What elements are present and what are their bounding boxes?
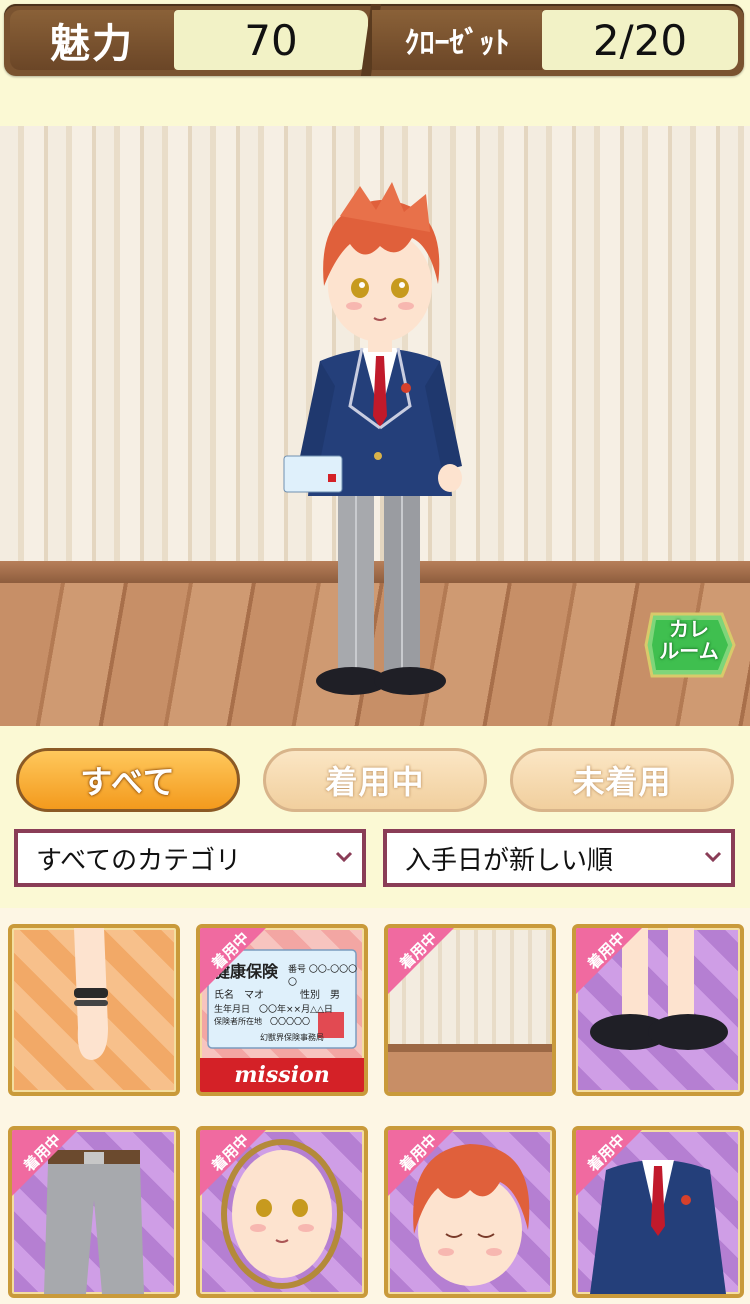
status-bar: 魅力 70 ｸﾛｰｾﾞｯﾄ 2/20	[4, 4, 744, 76]
kare-room-label-1: カレ	[669, 617, 709, 641]
item-trousers[interactable]: 着用中	[8, 1126, 180, 1298]
avatar-character	[283, 182, 462, 695]
insurance-card-number: 番号 〇〇-〇〇〇〇	[288, 965, 358, 988]
chevron-down-icon	[335, 851, 353, 863]
tab-all[interactable]: すべて	[16, 748, 240, 812]
item-face[interactable]: 着用中	[196, 1126, 368, 1298]
kare-room-button[interactable]: カレ ルーム	[644, 612, 736, 678]
item-bracelet[interactable]	[8, 924, 180, 1096]
item-blazer[interactable]: 着用中	[572, 1126, 744, 1298]
item-insurance-card[interactable]: 健康保険 番号 〇〇-〇〇〇〇 氏名 マオ 性別 男 生年月日 〇〇年××月△△…	[196, 924, 368, 1096]
insurance-card-gender: 性別 男	[300, 990, 340, 1001]
tab-unworn[interactable]: 未着用	[510, 748, 734, 812]
bracelet-arm-image	[74, 928, 108, 1060]
item-shoes[interactable]: 着用中	[572, 924, 744, 1096]
closet-count: 2/20	[542, 10, 738, 70]
insurance-card-birth: 生年月日 〇〇年××月△△日	[214, 1005, 333, 1015]
kare-room-label-2: ルーム	[659, 639, 719, 663]
chevron-down-icon	[704, 851, 722, 863]
item-hairstyle[interactable]: 着用中	[384, 1126, 556, 1298]
insurance-card-issuer: 幻獣界保険事務局	[260, 1033, 324, 1042]
insurance-card-address: 保険者所在地 〇〇〇〇〇	[214, 1017, 310, 1026]
sort-select[interactable]: 入手日が新しい順	[383, 829, 735, 887]
category-select-value: すべてのカテゴリ	[36, 845, 242, 876]
avatar-room: カレ ルーム	[0, 126, 750, 726]
tab-wearing[interactable]: 着用中	[263, 748, 487, 812]
mission-banner: mission	[200, 1058, 364, 1092]
category-select[interactable]: すべてのカテゴリ	[14, 829, 366, 887]
charm-label: 魅力	[10, 10, 174, 70]
sort-select-value: 入手日が新しい順	[405, 845, 614, 876]
item-room-background[interactable]: 着用中	[384, 924, 556, 1096]
charm-value: 70	[174, 10, 368, 70]
closet-label: ｸﾛｰｾﾞｯﾄ	[372, 10, 542, 70]
